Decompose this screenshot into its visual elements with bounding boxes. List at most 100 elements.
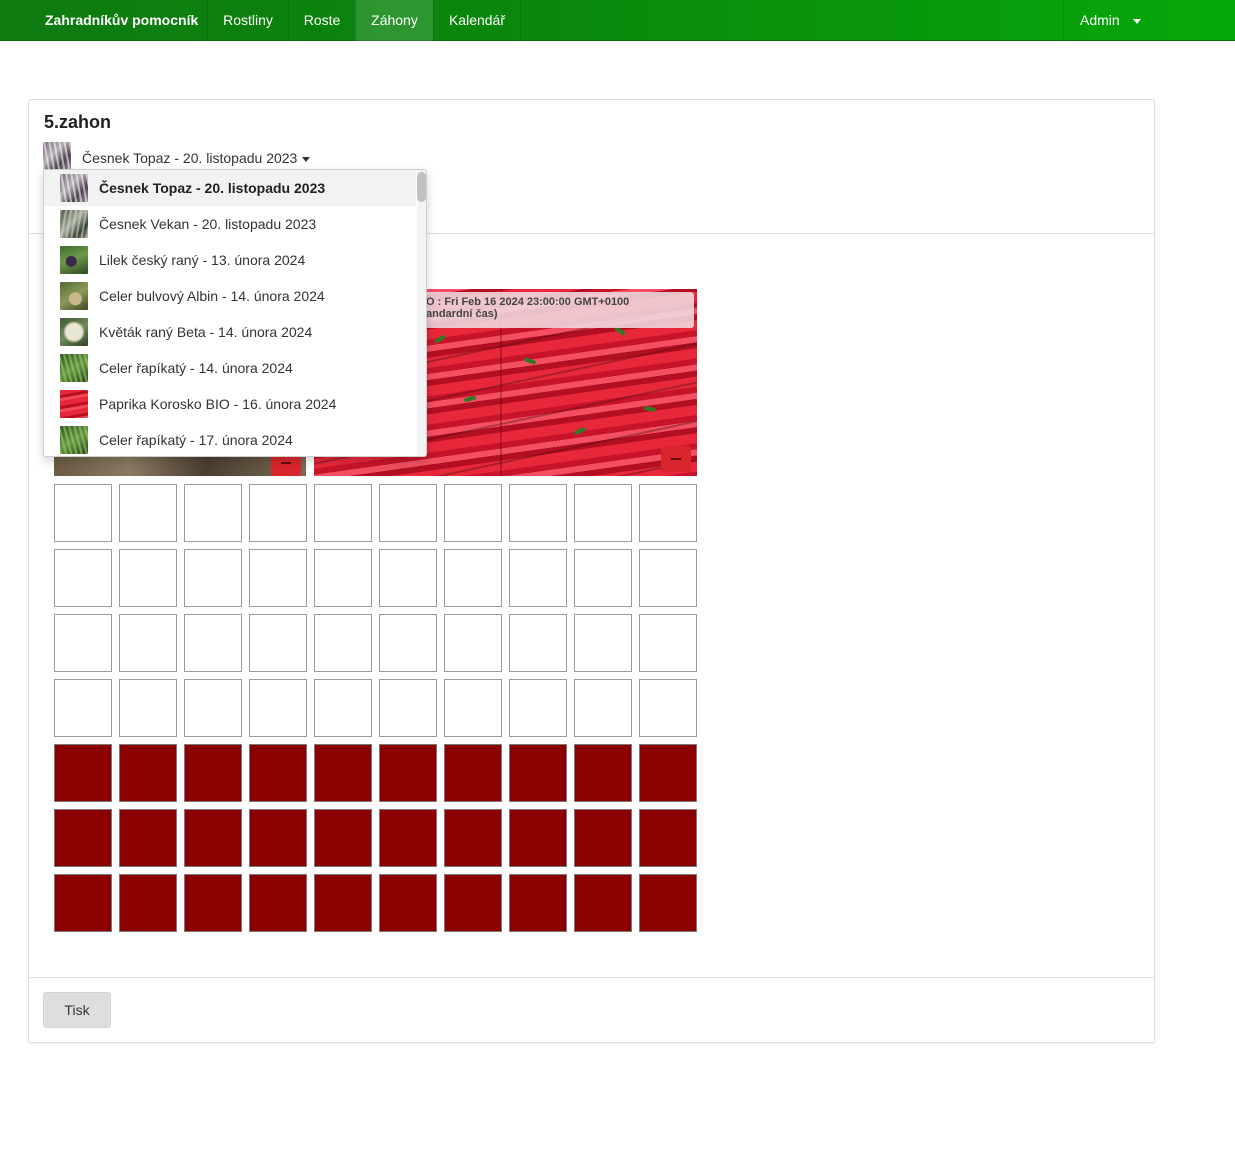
bed-cell-planted[interactable] (509, 744, 567, 802)
bed-cell-planted[interactable] (314, 874, 372, 932)
bed-cell-planted[interactable] (639, 809, 697, 867)
bed-cell-planted[interactable] (119, 809, 177, 867)
bed-cell-planted[interactable] (639, 874, 697, 932)
bed-cell-planted[interactable] (574, 744, 632, 802)
bed-cell-empty[interactable] (314, 549, 372, 607)
bed-cell-empty[interactable] (184, 679, 242, 737)
bed-cell-empty[interactable] (639, 614, 697, 672)
bed-cell-empty[interactable] (509, 484, 567, 542)
bed-cell-empty[interactable] (379, 614, 437, 672)
dropdown-option-label: Česnek Topaz - 20. listopadu 2023 (99, 180, 326, 196)
dropdown-option[interactable]: Celer řapíkatý - 17. února 2024 (44, 422, 416, 456)
bed-cell-empty[interactable] (249, 614, 307, 672)
dropdown-option[interactable]: Květák raný Beta - 14. února 2024 (44, 314, 416, 350)
bed-cell-empty[interactable] (509, 549, 567, 607)
bed-cell-empty[interactable] (509, 679, 567, 737)
bed-cell-empty[interactable] (54, 614, 112, 672)
bed-cell-empty[interactable] (639, 484, 697, 542)
bed-cell-planted[interactable] (379, 874, 437, 932)
dropdown-option[interactable]: Paprika Korosko BIO - 16. února 2024 (44, 386, 416, 422)
bed-cell-planted[interactable] (509, 809, 567, 867)
bed-cell-planted[interactable] (379, 809, 437, 867)
bed-cell-empty[interactable] (639, 549, 697, 607)
bed-cell-planted[interactable] (54, 874, 112, 932)
bed-cell-planted[interactable] (379, 744, 437, 802)
bed-cell-empty[interactable] (314, 614, 372, 672)
bed-cell-planted[interactable] (119, 744, 177, 802)
bed-cell-empty[interactable] (509, 614, 567, 672)
plant-select[interactable]: Česnek Topaz - 20. listopadu 2023 (82, 150, 297, 166)
pepper-stem (573, 426, 587, 436)
card-footer-divider (29, 977, 1154, 978)
print-button[interactable]: Tisk (43, 992, 111, 1028)
nav-item-rostliny[interactable]: Rostliny (207, 0, 288, 41)
bed-cell-planted[interactable] (444, 874, 502, 932)
bed-cell-empty[interactable] (54, 549, 112, 607)
bed-cell-planted[interactable] (54, 744, 112, 802)
celery-root-thumbnail (60, 282, 88, 310)
bed-cell-empty[interactable] (314, 679, 372, 737)
bed-cell-empty[interactable] (119, 614, 177, 672)
chevron-down-icon[interactable] (302, 157, 310, 162)
bed-cell-empty[interactable] (574, 549, 632, 607)
bed-cell-empty[interactable] (379, 679, 437, 737)
bed-cell-empty[interactable] (574, 679, 632, 737)
bed-cell-empty[interactable] (249, 484, 307, 542)
bed-cell-empty[interactable] (54, 484, 112, 542)
dropdown-option[interactable]: Celer bulvový Albin - 14. února 2024 (44, 278, 416, 314)
chevron-down-icon (1133, 19, 1141, 24)
bed-cell-planted[interactable] (314, 809, 372, 867)
bed-cell-empty[interactable] (119, 484, 177, 542)
bed-cell-planted[interactable] (639, 744, 697, 802)
bed-cell-planted[interactable] (249, 744, 307, 802)
selected-plant-thumbnail (43, 142, 71, 170)
bed-cell-planted[interactable] (184, 874, 242, 932)
bed-cell-empty[interactable] (444, 484, 502, 542)
bed-cell-planted[interactable] (509, 874, 567, 932)
nav-item-kalendar[interactable]: Kalendář (433, 0, 520, 41)
dropdown-option[interactable]: Celer řapíkatý - 14. února 2024 (44, 350, 416, 386)
dropdown-option[interactable]: Česnek Topaz - 20. listopadu 2023 (44, 170, 416, 206)
bed-cell-planted[interactable] (184, 744, 242, 802)
bed-cell-empty[interactable] (444, 679, 502, 737)
bed-cell-empty[interactable] (119, 679, 177, 737)
bed-cell-planted[interactable] (444, 744, 502, 802)
bed-cell-planted[interactable] (314, 744, 372, 802)
bed-cell-empty[interactable] (444, 614, 502, 672)
dropdown-scrollbar-track[interactable] (417, 170, 426, 456)
bed-cell-planted[interactable] (444, 809, 502, 867)
bed-cell-empty[interactable] (574, 484, 632, 542)
nav-item-zahony[interactable]: Záhony (355, 0, 433, 41)
bed-cell-planted[interactable] (54, 809, 112, 867)
bed-cell-empty[interactable] (184, 484, 242, 542)
remove-planting-button[interactable] (661, 446, 691, 472)
dropdown-option[interactable]: Česnek Vekan - 20. listopadu 2023 (44, 206, 416, 242)
user-menu[interactable]: Admin (1063, 0, 1153, 41)
bed-cell-empty[interactable] (574, 614, 632, 672)
dropdown-option[interactable]: Lilek český raný - 13. února 2024 (44, 242, 416, 278)
bed-cell-planted[interactable] (184, 809, 242, 867)
bed-cell-empty[interactable] (184, 549, 242, 607)
bed-cell-empty[interactable] (119, 549, 177, 607)
bed-cell-empty[interactable] (444, 549, 502, 607)
bed-cell-empty[interactable] (314, 484, 372, 542)
bed-cell-empty[interactable] (184, 614, 242, 672)
bed-cell-planted[interactable] (574, 809, 632, 867)
bed-cell-planted[interactable] (119, 874, 177, 932)
nav-item-roste[interactable]: Roste (288, 0, 355, 41)
app-brand[interactable]: Zahradníkův pomocník (0, 0, 207, 41)
celery-thumbnail (60, 354, 88, 382)
bed-cell-empty[interactable] (379, 484, 437, 542)
bed-cell-empty[interactable] (639, 679, 697, 737)
bed-cell-empty[interactable] (379, 549, 437, 607)
bed-cell-empty[interactable] (54, 679, 112, 737)
planting-tooltip: O : Fri Feb 16 2024 23:00:00 GMT+0100 an… (418, 292, 694, 328)
bed-cell-planted[interactable] (574, 874, 632, 932)
bed-cell-empty[interactable] (249, 549, 307, 607)
dropdown-scrollbar-thumb[interactable] (417, 172, 426, 202)
bed-cell-planted[interactable] (249, 874, 307, 932)
bed-cell-planted[interactable] (249, 809, 307, 867)
pepper-stem (523, 357, 537, 365)
pepper-thumbnail (60, 390, 88, 418)
bed-cell-empty[interactable] (249, 679, 307, 737)
